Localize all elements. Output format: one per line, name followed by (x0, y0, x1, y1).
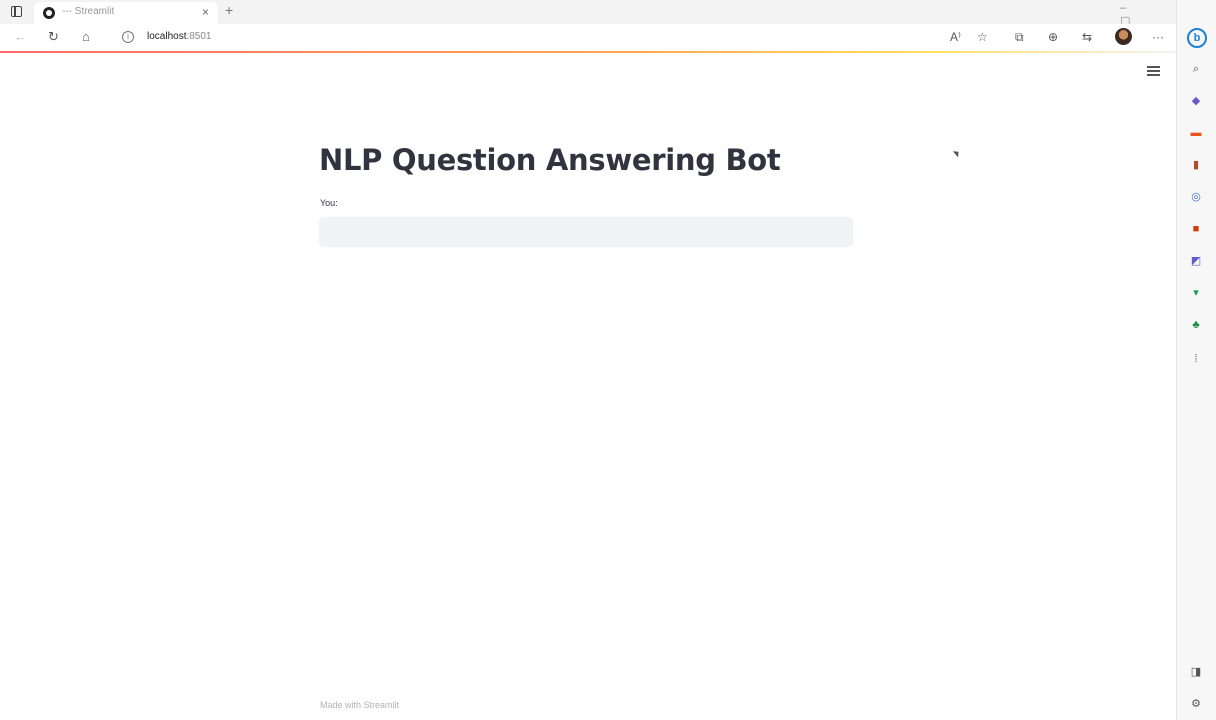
footer-text[interactable]: Made with Streamlit (320, 700, 399, 710)
office-icon[interactable]: ■ (1189, 222, 1203, 236)
home-icon[interactable]: ⌂ (82, 29, 90, 45)
drop-icon[interactable]: ▾ (1189, 286, 1203, 300)
streamlit-app: NLP Question Answering Bot You: Made wit… (0, 53, 1176, 720)
profile-avatar[interactable] (1115, 28, 1132, 45)
settings-icon[interactable]: ⚙ (1189, 697, 1203, 711)
tag-icon[interactable]: ◆ (1189, 94, 1203, 108)
new-tab-button[interactable]: + (225, 2, 233, 18)
browser-tab[interactable]: --- Streamlit × (34, 2, 218, 24)
url-port: :8501 (186, 31, 212, 42)
tools-icon[interactable]: ▮ (1189, 158, 1203, 172)
more-tools-icon[interactable]: ⁞ (1189, 352, 1203, 366)
read-aloud-icon[interactable]: A⁾ (950, 30, 961, 44)
sidebar-toggle-icon[interactable]: ◨ (1189, 665, 1203, 679)
outlook-icon[interactable]: ◩ (1189, 254, 1203, 268)
mouse-cursor-icon (952, 148, 962, 158)
extensions-icon[interactable]: ⧉ (1015, 30, 1024, 45)
bing-icon[interactable]: b (1187, 28, 1207, 48)
search-icon[interactable]: ⌕ (1189, 62, 1203, 76)
tree-icon[interactable]: ♣ (1189, 318, 1203, 332)
favorites-icon[interactable]: ☆ (977, 30, 988, 44)
browser-sidebar: b ⌕ ◆ ▬ ▮ ◎ ■ ◩ ▾ ♣ ⁞ ◨ ⚙ (1176, 0, 1216, 720)
refresh-icon[interactable]: ↻ (48, 29, 59, 45)
tab-title: --- Streamlit (62, 6, 115, 17)
info-icon[interactable]: i (122, 31, 134, 43)
page-title: NLP Question Answering Bot (319, 143, 781, 177)
games-icon[interactable]: ◎ (1189, 190, 1203, 204)
streamlit-favicon-icon (43, 7, 55, 19)
tab-close-icon[interactable]: × (202, 5, 209, 19)
collections-icon[interactable]: ⊕ (1048, 30, 1058, 44)
input-label: You: (320, 198, 338, 208)
tab-actions-icon[interactable] (8, 4, 26, 20)
shopping-icon[interactable]: ▬ (1189, 126, 1203, 140)
more-icon[interactable]: ··· (1152, 30, 1164, 44)
question-input[interactable] (319, 217, 853, 247)
main-menu-icon[interactable] (1147, 66, 1160, 76)
tab-strip: --- Streamlit × + – ▢ ✕ (0, 0, 1176, 40)
profile-switch-icon[interactable]: ⇆ (1082, 30, 1092, 44)
back-icon[interactable]: ← (14, 29, 27, 45)
address-bar[interactable]: localhost:8501 (147, 31, 212, 42)
url-host: localhost (147, 31, 187, 42)
